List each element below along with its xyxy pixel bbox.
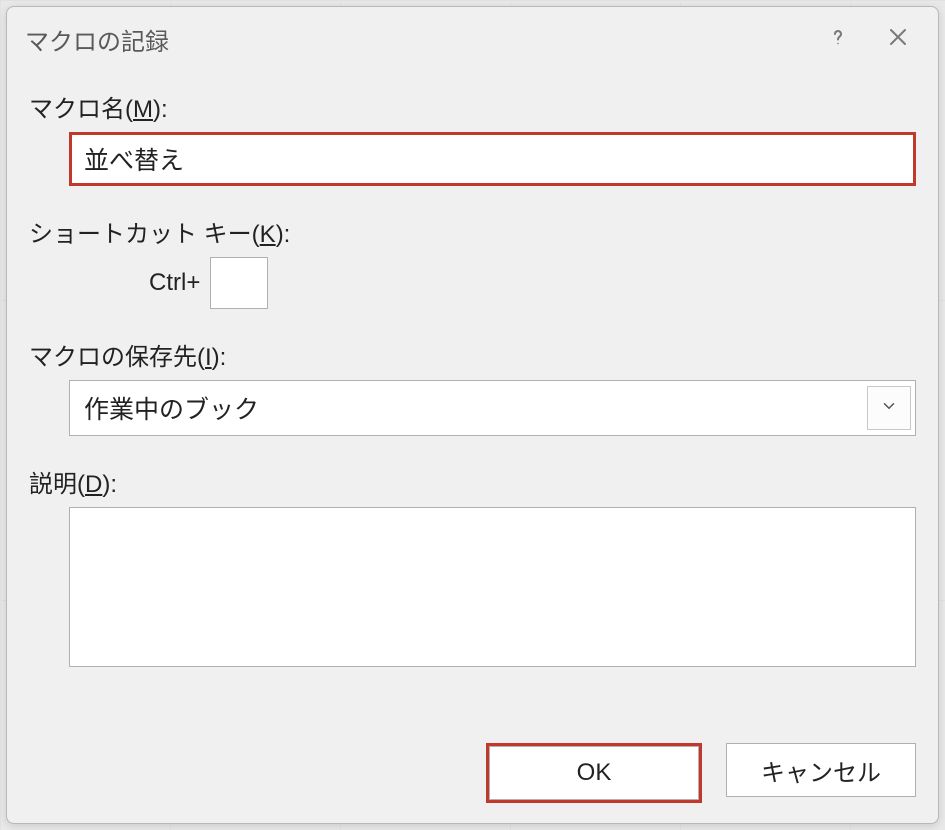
- description-label: 説明(D):: [29, 464, 916, 499]
- close-button[interactable]: [868, 15, 928, 63]
- label-accelerator: K: [260, 221, 276, 248]
- cancel-button[interactable]: キャンセル: [726, 743, 916, 797]
- label-accelerator: I: [205, 344, 212, 371]
- macro-name-section: マクロ名(M):: [29, 89, 916, 186]
- label-accelerator: M: [133, 96, 153, 123]
- macro-name-input[interactable]: [72, 135, 913, 183]
- shortcut-section: ショートカット キー(K): Ctrl+: [29, 214, 916, 309]
- label-text: マクロ名(: [29, 96, 133, 123]
- shortcut-prefix: Ctrl+: [149, 269, 200, 297]
- dialog-title: マクロの記録: [25, 22, 808, 57]
- macro-name-highlight-box: [69, 132, 916, 186]
- close-icon: [886, 25, 910, 54]
- shortcut-key-input[interactable]: [210, 257, 268, 309]
- dropdown-button[interactable]: [867, 386, 911, 430]
- store-in-section: マクロの保存先(I): 作業中のブック: [29, 337, 916, 436]
- shortcut-row: Ctrl+: [149, 257, 916, 309]
- label-text: ):: [276, 221, 291, 248]
- label-accelerator: D: [85, 471, 102, 498]
- help-button[interactable]: [808, 15, 868, 63]
- dialog-content: マクロ名(M): ショートカット キー(K): Ctrl+ マクロの保存先(I)…: [7, 71, 938, 729]
- label-text: ショートカット キー(: [29, 221, 260, 248]
- help-icon: [826, 25, 850, 54]
- chevron-down-icon: [880, 397, 898, 420]
- store-in-label: マクロの保存先(I):: [29, 337, 916, 372]
- record-macro-dialog: マクロの記録 マクロ名(M):: [6, 6, 939, 824]
- description-textarea[interactable]: [69, 507, 916, 667]
- label-text: 説明(: [29, 471, 85, 498]
- store-in-select[interactable]: 作業中のブック: [69, 380, 916, 436]
- label-text: マクロの保存先(: [29, 344, 205, 371]
- shortcut-label: ショートカット キー(K):: [29, 214, 916, 249]
- label-text: ):: [212, 344, 227, 371]
- ok-button[interactable]: OK: [489, 746, 699, 800]
- description-section: 説明(D):: [29, 464, 916, 672]
- store-in-selected-value: 作業中のブック: [70, 390, 863, 426]
- label-text: ):: [153, 96, 168, 123]
- dialog-titlebar: マクロの記録: [7, 7, 938, 71]
- ok-button-highlight-box: OK: [486, 743, 702, 803]
- macro-name-label: マクロ名(M):: [29, 89, 916, 124]
- label-text: ):: [102, 471, 117, 498]
- dialog-buttonbar: OK キャンセル: [7, 729, 938, 823]
